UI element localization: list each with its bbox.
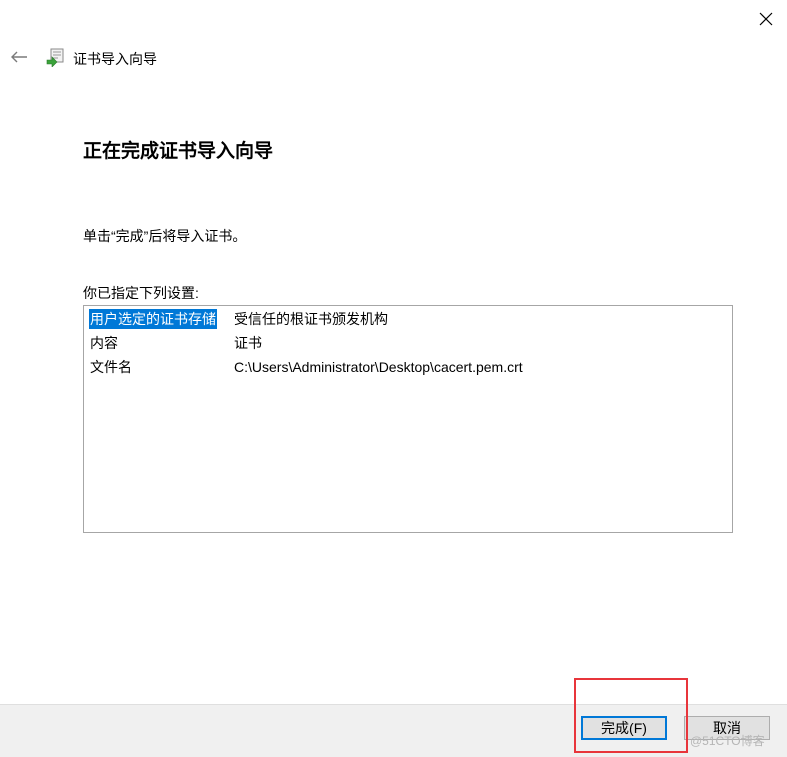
back-button[interactable]: [8, 46, 30, 68]
back-arrow-icon: [11, 51, 27, 63]
settings-list[interactable]: 用户选定的证书存储 受信任的根证书颁发机构 内容 证书 文件名 C:\Users…: [83, 305, 733, 533]
certificate-wizard-icon: [46, 48, 64, 67]
button-bar: [0, 704, 787, 757]
finish-button[interactable]: 完成(F): [581, 716, 667, 740]
settings-value: 受信任的根证书颁发机构: [234, 311, 388, 327]
settings-label: 你已指定下列设置:: [83, 285, 199, 301]
settings-key: 文件名: [90, 359, 132, 375]
close-icon: [759, 12, 773, 26]
settings-value: 证书: [234, 335, 262, 351]
settings-key: 用户选定的证书存储: [89, 309, 217, 329]
window-title: 证书导入向导: [73, 51, 157, 67]
settings-key: 内容: [90, 335, 118, 351]
settings-value: C:\Users\Administrator\Desktop\cacert.pe…: [234, 359, 523, 375]
watermark: @51CTO博客: [690, 734, 765, 748]
page-heading: 正在完成证书导入向导: [83, 141, 274, 162]
close-button[interactable]: [752, 6, 780, 32]
certificate-import-wizard-window: 证书导入向导 正在完成证书导入向导 单击“完成”后将导入证书。 你已指定下列设置…: [0, 0, 787, 757]
instruction-text: 单击“完成”后将导入证书。: [83, 228, 247, 244]
